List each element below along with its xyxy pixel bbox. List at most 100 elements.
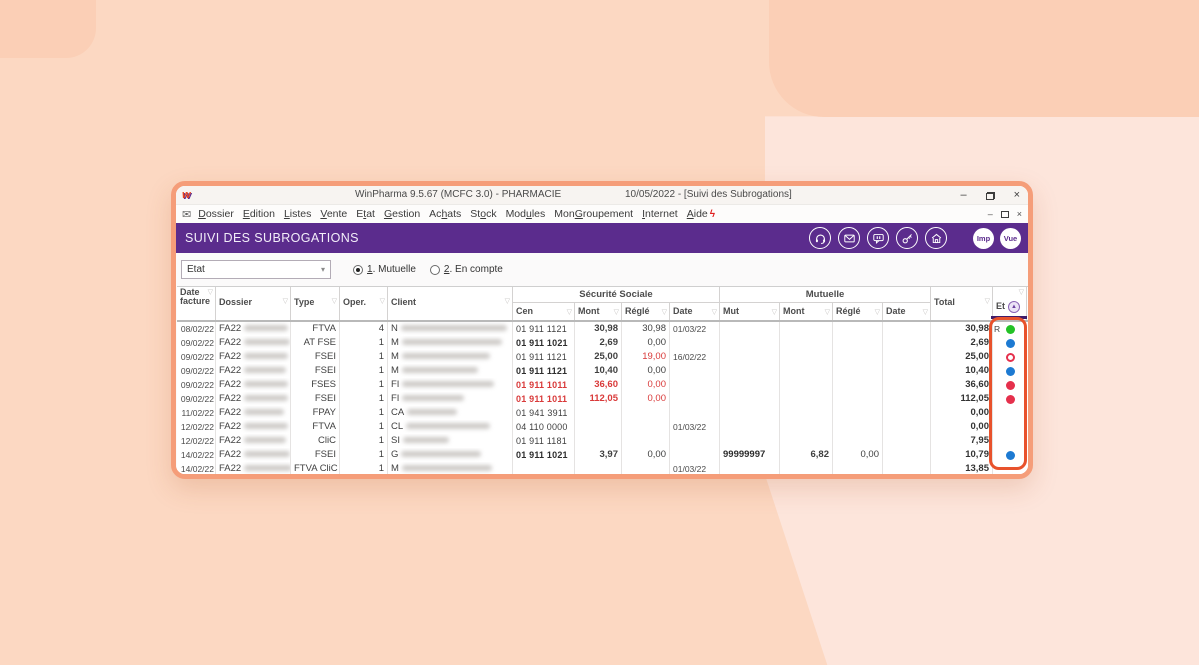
vue-button[interactable]: Vue (1000, 228, 1021, 249)
state-dropdown[interactable]: Etat ▾ (181, 260, 331, 279)
menu-mongroupement[interactable]: MonGroupement (554, 208, 633, 220)
etat-flag: R (994, 322, 1000, 336)
cell-date-facture: 09/02/22 (177, 350, 216, 364)
restore-icon[interactable] (986, 192, 995, 200)
table-row[interactable]: 09/02/22FA22FSEI1M01 911 112125,0019,001… (177, 350, 1028, 364)
mdi-close-icon[interactable]: × (1017, 209, 1022, 219)
minimize-icon[interactable]: – (960, 190, 966, 201)
col-header-dossier[interactable]: Dossier▽ (216, 287, 291, 320)
subcol-header-mut-mont[interactable]: Mont▽ (780, 303, 833, 320)
filter-icon[interactable]: ▽ (875, 306, 880, 320)
filter-icon[interactable]: ▽ (662, 306, 667, 320)
filter-icon[interactable]: ▽ (1019, 288, 1024, 297)
key-icon[interactable] (896, 227, 918, 249)
pharmacy-icon[interactable] (925, 227, 947, 249)
menu-vente[interactable]: Vente (320, 208, 347, 220)
subcol-header-mut[interactable]: Mut▽ (720, 303, 780, 320)
redacted-text (401, 325, 507, 331)
filter-icon[interactable]: ▽ (772, 306, 777, 320)
cell-total: 0,00 (931, 406, 993, 420)
cell-ss-mont: 36,60 (575, 378, 622, 392)
menu-edition[interactable]: Edition (243, 208, 275, 220)
table-row[interactable]: 12/02/22FA22CliC1SI01 911 11817,95 (177, 434, 1028, 448)
cell-oper: 1 (340, 392, 388, 406)
table-row[interactable]: 09/02/22FA22AT FSE1M01 911 10212,690,002… (177, 336, 1028, 350)
cell-etat (993, 336, 1027, 350)
cell-client: CL (388, 420, 513, 434)
table-row[interactable]: 11/02/22FA22FPAY1CA01 941 39110,00 (177, 406, 1028, 420)
filter-icon[interactable]: ▽ (380, 288, 385, 316)
subcol-header-mut-regle[interactable]: Réglé▽ (833, 303, 883, 320)
window-title: WinPharma 9.5.67 (MCFC 3.0) - PHARMACIE (355, 189, 561, 200)
menu-dossier[interactable]: Dossier (198, 208, 234, 220)
group-header-securite-sociale: Sécurité Sociale (513, 287, 720, 303)
table-row[interactable]: 09/02/22FA22FSEI1FI01 911 1011112,050,00… (177, 392, 1028, 406)
table-row[interactable]: 14/02/22FA22FSEI1G01 911 10213,970,00999… (177, 448, 1028, 462)
envelope-icon[interactable]: ✉ (182, 208, 191, 221)
mdi-restore-icon[interactable] (1001, 211, 1009, 218)
radio-en-compte-circle[interactable] (430, 265, 440, 275)
filter-icon[interactable]: ▽ (567, 306, 572, 320)
chat-icon[interactable] (867, 227, 889, 249)
subcol-header-ss-date[interactable]: Date▽ (670, 303, 720, 320)
cell-mut-date (883, 448, 931, 462)
table-row[interactable]: 14/02/22FA22FTVA CliC1M01/03/2213,85 (177, 462, 1028, 474)
cell-client: FI (388, 392, 513, 406)
imp-button[interactable]: Imp (973, 228, 994, 249)
cell-mut (720, 462, 780, 474)
filter-icon[interactable]: ▽ (208, 288, 213, 297)
menu-etat[interactable]: Etat (356, 208, 375, 220)
cell-oper: 1 (340, 336, 388, 350)
menu-aide[interactable]: Aide (687, 208, 708, 220)
cell-ss-regle: 0,00 (622, 378, 670, 392)
menu-stock[interactable]: Stock (470, 208, 496, 220)
menu-listes[interactable]: Listes (284, 208, 311, 220)
cell-mut (720, 420, 780, 434)
table-row[interactable]: 09/02/22FA22FSEI1M01 911 112110,400,0010… (177, 364, 1028, 378)
mail-icon[interactable] (838, 227, 860, 249)
filter-icon[interactable]: ▽ (505, 288, 510, 316)
cell-ss-date (670, 378, 720, 392)
cell-ss-regle: 30,98 (622, 322, 670, 336)
col-header-total[interactable]: Total▽ (931, 287, 993, 320)
col-header-type[interactable]: Type▽ (291, 287, 340, 320)
filter-icon[interactable]: ▽ (712, 306, 717, 320)
radio-en-compte[interactable]: 2. En compte (430, 264, 503, 275)
subcol-header-cen[interactable]: Cen▽ (513, 303, 575, 320)
filter-icon[interactable]: ▽ (923, 306, 928, 320)
filter-icon[interactable]: ▽ (283, 288, 288, 316)
mdi-minimize-icon[interactable]: – (988, 209, 993, 219)
cell-mut-date (883, 406, 931, 420)
cell-etat (993, 392, 1027, 406)
menu-achats[interactable]: Achats (429, 208, 461, 220)
sort-ascending-icon[interactable]: ▲ (1008, 301, 1020, 313)
cell-mut-mont (780, 336, 833, 350)
redacted-text (244, 451, 290, 457)
filter-icon[interactable]: ▽ (985, 288, 990, 316)
headset-icon[interactable] (809, 227, 831, 249)
table-row[interactable]: 08/02/22FA22FTVA4N01 911 112130,9830,980… (177, 322, 1028, 336)
cell-ss-regle (622, 420, 670, 434)
cell-mut-regle (833, 406, 883, 420)
table-row[interactable]: 12/02/22FA22FTVA1CL04 110 000001/03/220,… (177, 420, 1028, 434)
filter-icon[interactable]: ▽ (332, 288, 337, 316)
menu-modules[interactable]: Modules (506, 208, 546, 220)
subcol-header-ss-regle[interactable]: Réglé▽ (622, 303, 670, 320)
cell-mut-date (883, 392, 931, 406)
close-icon[interactable]: × (1014, 190, 1020, 201)
menu-internet[interactable]: Internet (642, 208, 678, 220)
cell-mut-mont: 6,82 (780, 448, 833, 462)
subcol-header-ss-mont[interactable]: Mont▽ (575, 303, 622, 320)
radio-mutuelle[interactable]: 1. Mutuelle (353, 264, 416, 275)
radio-mutuelle-circle[interactable] (353, 265, 363, 275)
table-row[interactable]: 09/02/22FA22FSES1FI01 911 101136,600,003… (177, 378, 1028, 392)
menu-gestion[interactable]: Gestion (384, 208, 420, 220)
filter-icon[interactable]: ▽ (825, 306, 830, 320)
filter-icon[interactable]: ▽ (614, 306, 619, 320)
cell-type: FSEI (291, 448, 340, 462)
col-header-oper[interactable]: Oper.▽ (340, 287, 388, 320)
col-header-client[interactable]: Client▽ (388, 287, 513, 320)
col-header-date-facture[interactable]: Date facture▽ (177, 287, 216, 320)
cell-ss-regle: 0,00 (622, 336, 670, 350)
subcol-header-mut-date[interactable]: Date▽ (883, 303, 931, 320)
